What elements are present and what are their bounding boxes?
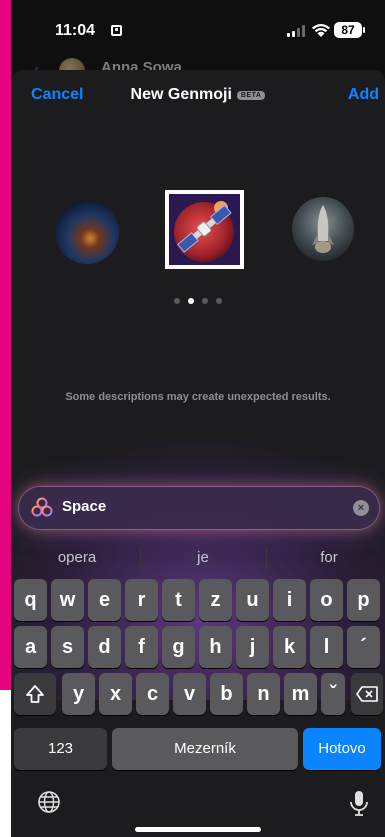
key-r[interactable]: r xyxy=(125,579,158,621)
suggestion-2[interactable]: je xyxy=(141,544,265,572)
page-dot[interactable] xyxy=(174,298,180,304)
key-caron[interactable]: ˇ xyxy=(321,673,345,715)
title-text: New Genmoji xyxy=(130,86,232,103)
signal-icon xyxy=(287,25,309,37)
key-d[interactable]: d xyxy=(88,626,121,668)
key-s[interactable]: s xyxy=(51,626,84,668)
home-indicator xyxy=(135,827,261,832)
carousel-page-indicator xyxy=(11,291,385,309)
globe-icon[interactable] xyxy=(37,790,61,814)
key-f[interactable]: f xyxy=(125,626,158,668)
add-button[interactable]: Add xyxy=(348,86,379,104)
backspace-icon xyxy=(356,686,378,702)
rocket-emoji[interactable] xyxy=(292,197,354,261)
key-k[interactable]: k xyxy=(273,626,306,668)
sheet-title: New Genmoji BETA xyxy=(11,86,385,104)
key-o[interactable]: o xyxy=(310,579,343,621)
description-input[interactable]: Space × xyxy=(19,487,379,529)
key-e[interactable]: e xyxy=(88,579,121,621)
numbers-key[interactable]: 123 xyxy=(14,728,107,770)
genmoji-sheet: Cancel New Genmoji BETA Add Some descrip… xyxy=(11,70,385,837)
beta-badge: BETA xyxy=(236,90,266,100)
space-key[interactable]: Mezerník xyxy=(112,728,298,770)
battery-indicator: 87 xyxy=(334,22,365,38)
key-g[interactable]: g xyxy=(162,626,195,668)
shift-key[interactable] xyxy=(14,673,56,715)
key-v[interactable]: v xyxy=(173,673,206,715)
description-input-value: Space xyxy=(62,498,107,515)
delete-key[interactable] xyxy=(351,673,383,715)
key-w[interactable]: w xyxy=(51,579,84,621)
key-acute-accent[interactable]: ´ xyxy=(347,626,380,668)
page-dot-active[interactable] xyxy=(188,298,194,304)
page-dot[interactable] xyxy=(216,298,222,304)
key-l[interactable]: l xyxy=(310,626,343,668)
key-n[interactable]: n xyxy=(247,673,280,715)
satellite-icon xyxy=(169,194,240,265)
key-b[interactable]: b xyxy=(210,673,243,715)
phone-screen: 11:04 87 ‹ Anna Sowa Cancel New Genmoji … xyxy=(11,0,385,837)
predictive-text-bar: opera je for xyxy=(11,544,385,574)
suggestion-3[interactable]: for xyxy=(267,544,385,572)
status-time: 11:04 xyxy=(55,22,96,39)
key-c[interactable]: c xyxy=(136,673,169,715)
key-y[interactable]: y xyxy=(62,673,95,715)
apple-intelligence-icon xyxy=(31,497,53,517)
page-dot[interactable] xyxy=(202,298,208,304)
shift-icon xyxy=(26,685,44,703)
done-key[interactable]: Hotovo xyxy=(303,728,381,770)
status-bar: 11:04 87 xyxy=(11,0,385,60)
key-x[interactable]: x xyxy=(99,673,132,715)
rocket-icon xyxy=(312,205,334,253)
key-u[interactable]: u xyxy=(236,579,269,621)
key-i[interactable]: i xyxy=(273,579,306,621)
key-h[interactable]: h xyxy=(199,626,232,668)
suggestion-1[interactable]: opera xyxy=(15,544,139,572)
key-m[interactable]: m xyxy=(284,673,317,715)
key-j[interactable]: j xyxy=(236,626,269,668)
focus-icon xyxy=(111,25,122,36)
clear-text-icon[interactable]: × xyxy=(353,500,369,516)
key-p[interactable]: p xyxy=(347,579,380,621)
wifi-icon xyxy=(312,24,330,37)
key-t[interactable]: t xyxy=(162,579,195,621)
microphone-icon[interactable] xyxy=(349,790,369,816)
key-z[interactable]: z xyxy=(199,579,232,621)
key-q[interactable]: q xyxy=(14,579,47,621)
key-a[interactable]: a xyxy=(14,626,47,668)
galaxy-emoji[interactable] xyxy=(55,200,119,264)
satellite-emoji[interactable] xyxy=(165,190,244,269)
disclaimer-text: Some descriptions may create unexpected … xyxy=(65,391,331,403)
